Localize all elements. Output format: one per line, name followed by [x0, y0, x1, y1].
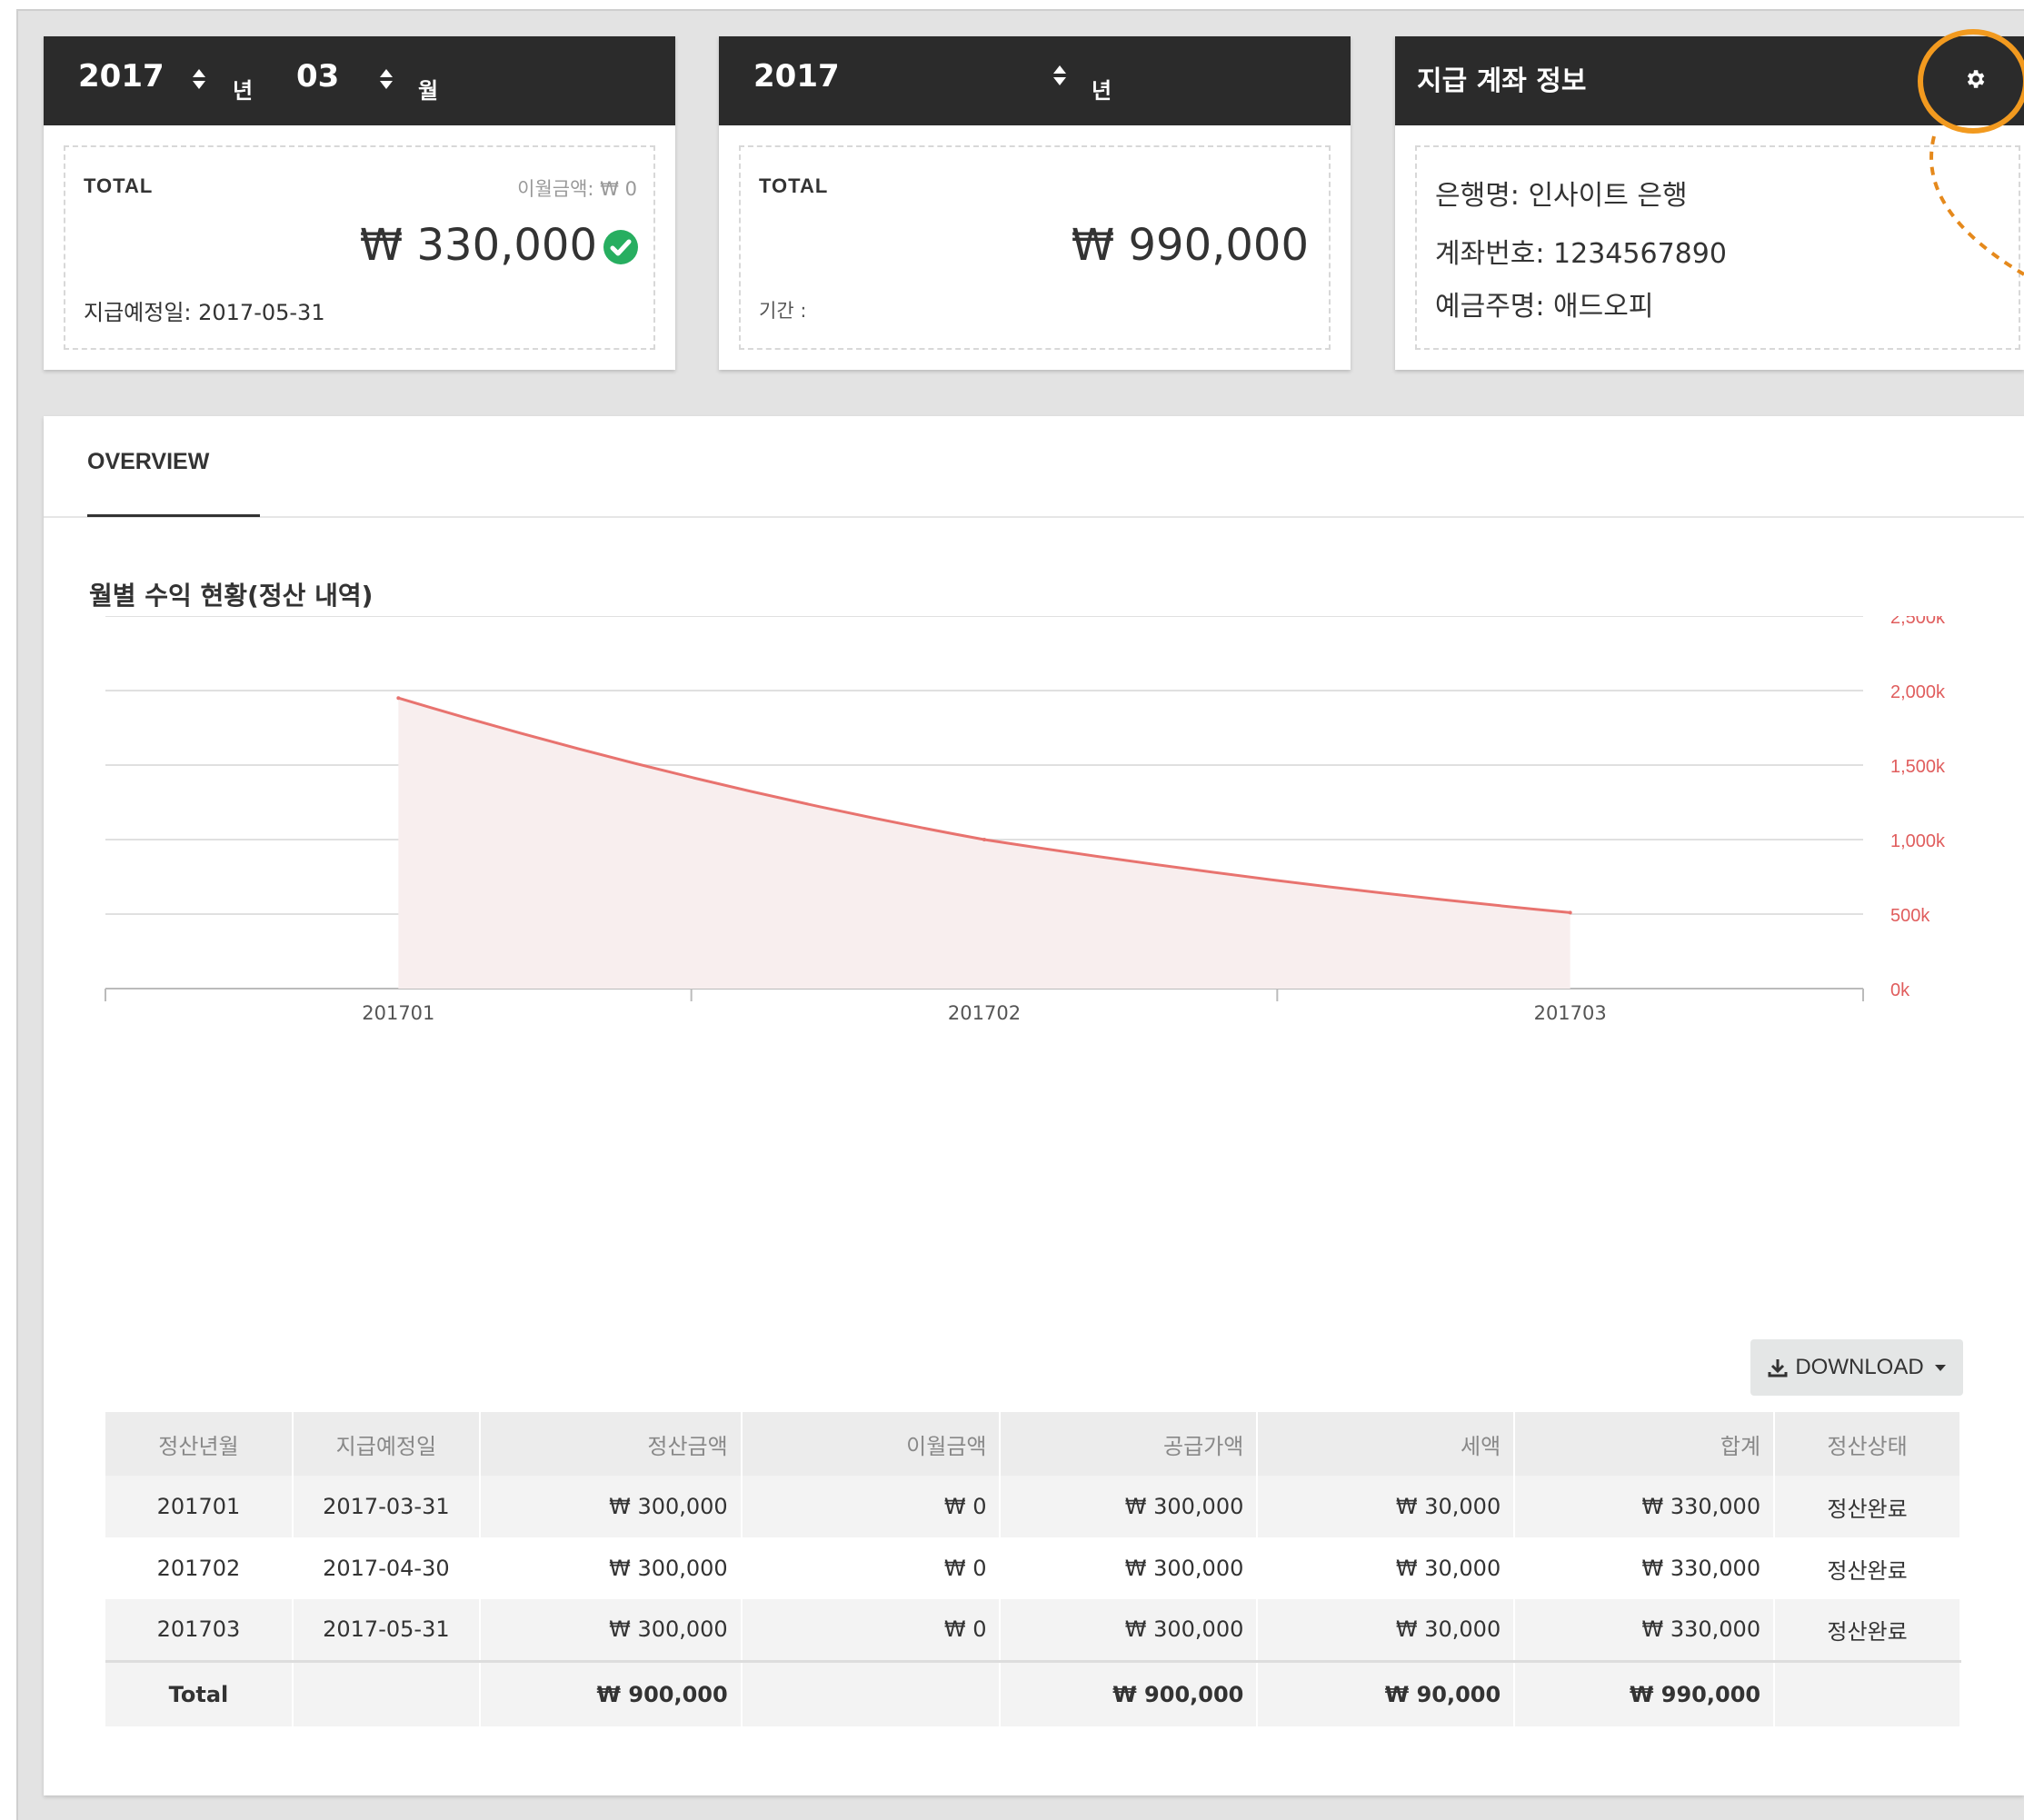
table-row: 201701 2017-03-31 ₩ 300,000 ₩ 0 ₩ 300,00… [105, 1476, 1961, 1537]
data-point [1568, 910, 1572, 915]
table-cell: ₩ 990,000 [1514, 1659, 1776, 1726]
table-total-row: Total ₩ 900,000 ₩ 900,000 ₩ 90,000 ₩ 990… [105, 1659, 1961, 1726]
table-cell: 2017-05-31 [292, 1599, 481, 1661]
overview-panel: OVERVIEW 월별 수익 현황(정산 내역) 0k 500k 1,000k 1,5… [44, 416, 2024, 1795]
table-cell: 2017-03-31 [292, 1476, 481, 1537]
check-circle-icon [603, 230, 638, 264]
revenue-chart: 0k 500k 1,000k 1,500k 2,000k 2,500k 201701 2017… [105, 616, 1946, 1024]
table-cell: 201703 [105, 1599, 294, 1661]
table-cell: ₩ 330,000 [1514, 1537, 1776, 1599]
y-tick-label: 1,500k [1890, 757, 1946, 777]
settlement-table: 정산년월 지급예정일 정산금액 이월금액 공급가액 세액 합계 정산상태 201… [105, 1412, 1961, 1726]
table-cell [741, 1659, 1002, 1726]
table-cell: ₩ 90,000 [1257, 1659, 1516, 1726]
table-cell: ₩ 0 [741, 1476, 1002, 1537]
year-spinner-icon[interactable] [193, 69, 205, 89]
yearly-card-header: 2017 년 [719, 36, 1351, 125]
bank-name: 은행명: 인사이트 은행 [1435, 180, 1688, 212]
month-unit-label: 월 [418, 78, 439, 104]
y-tick-label: 0k [1890, 980, 1910, 1000]
col-header[interactable]: 이월금액 [741, 1412, 1002, 1476]
dashed-pointer-arrow [1929, 135, 2024, 276]
table-cell: ₩ 330,000 [1514, 1476, 1776, 1537]
carryover-amount: 이월금액: ₩ 0 [517, 178, 637, 200]
yearly-amount: ₩ 990,000 [1071, 220, 1309, 271]
monthly-card-body: TOTAL 이월금액: ₩ 0 ₩ 330,000 지급예정일: 2017-05… [64, 145, 655, 350]
monthly-card-header: 2017 년 03 월 [44, 36, 675, 125]
table-cell: ₩ 30,000 [1257, 1537, 1516, 1599]
y-tick-label: 1,000k [1890, 831, 1946, 851]
table-row: 201702 2017-04-30 ₩ 300,000 ₩ 0 ₩ 300,00… [105, 1537, 1961, 1599]
monthly-amount: ₩ 330,000 [359, 220, 597, 271]
table-cell: ₩ 30,000 [1257, 1599, 1516, 1661]
table-cell: ₩ 300,000 [479, 1476, 743, 1537]
x-tick-label: 201702 [948, 1002, 1021, 1024]
table-cell: Total [105, 1659, 294, 1726]
due-date: 지급예정일: 2017-05-31 [84, 300, 325, 325]
col-header[interactable]: 합계 [1514, 1412, 1776, 1476]
col-header[interactable]: 지급예정일 [292, 1412, 481, 1476]
table-cell: 201701 [105, 1476, 294, 1537]
table-cell: 2017-04-30 [292, 1537, 481, 1599]
chevron-down-icon [1934, 1364, 1946, 1371]
tab-divider [44, 516, 2024, 518]
table-row: 201703 2017-05-31 ₩ 300,000 ₩ 0 ₩ 300,00… [105, 1599, 1961, 1661]
period-label: 기간 : [759, 300, 807, 322]
x-tick-label: 201701 [362, 1002, 434, 1024]
table-cell: ₩ 330,000 [1514, 1599, 1776, 1661]
data-point [982, 838, 986, 841]
active-tab-indicator [87, 514, 260, 517]
table-cell: ₩ 900,000 [1000, 1659, 1259, 1726]
y-tick-label: 2,000k [1890, 682, 1946, 702]
year-select[interactable]: 2017 [753, 58, 840, 94]
table-cell: ₩ 900,000 [479, 1659, 743, 1726]
yearly-summary-card: 2017 년 TOTAL ₩ 990,000 기간 : [719, 36, 1351, 370]
download-label: DOWNLOAD [1795, 1355, 1924, 1379]
total-label: TOTAL [84, 174, 154, 197]
year-unit-label: 년 [233, 78, 254, 104]
highlight-circle [1918, 29, 2024, 134]
col-header[interactable]: 정산상태 [1774, 1412, 1961, 1476]
download-icon [1768, 1359, 1788, 1377]
series-area [398, 698, 1570, 989]
tab-overview[interactable]: OVERVIEW [87, 449, 209, 475]
table-cell: ₩ 300,000 [479, 1599, 743, 1661]
table-cell: ₩ 300,000 [1000, 1599, 1259, 1661]
table-cell: ₩ 300,000 [479, 1537, 743, 1599]
table-cell: ₩ 0 [741, 1599, 1002, 1661]
month-select[interactable]: 03 [296, 58, 339, 94]
table-cell: ₩ 300,000 [1000, 1476, 1259, 1537]
year-spinner-icon[interactable] [1053, 65, 1066, 85]
table-cell: 정산완료 [1774, 1599, 1961, 1661]
col-header[interactable]: 세액 [1257, 1412, 1516, 1476]
month-spinner-icon[interactable] [380, 69, 393, 89]
col-header[interactable]: 정산금액 [479, 1412, 743, 1476]
account-number: 계좌번호: 1234567890 [1435, 238, 1727, 270]
table-header-row: 정산년월 지급예정일 정산금액 이월금액 공급가액 세액 합계 정산상태 [105, 1412, 1961, 1476]
table-cell: 정산완료 [1774, 1476, 1961, 1537]
y-tick-label: 2,500k [1890, 616, 1946, 628]
chart-title: 월별 수익 현황(정산 내역) [89, 581, 374, 611]
table-cell: ₩ 300,000 [1000, 1537, 1259, 1599]
monthly-summary-card: 2017 년 03 월 TOTAL 이월금액: ₩ 0 ₩ 330,000 지급… [44, 36, 675, 370]
table-cell: 201702 [105, 1537, 294, 1599]
table-cell: 정산완료 [1774, 1537, 1961, 1599]
total-label: TOTAL [759, 174, 829, 197]
year-unit-label: 년 [1092, 78, 1112, 104]
table-cell: ₩ 0 [741, 1537, 1002, 1599]
account-card-title: 지급 계좌 정보 [1417, 65, 1587, 97]
table-cell [1774, 1659, 1961, 1726]
yearly-card-body: TOTAL ₩ 990,000 기간 : [739, 145, 1331, 350]
col-header[interactable]: 정산년월 [105, 1412, 294, 1476]
col-header[interactable]: 공급가액 [1000, 1412, 1259, 1476]
x-tick-label: 201703 [1534, 1002, 1607, 1024]
data-point [396, 696, 401, 701]
table-cell [292, 1659, 481, 1726]
y-tick-label: 500k [1890, 906, 1930, 926]
year-select[interactable]: 2017 [78, 58, 165, 94]
table-cell: ₩ 30,000 [1257, 1476, 1516, 1537]
account-holder: 예금주명: 애드오피 [1435, 291, 1654, 323]
download-button[interactable]: DOWNLOAD [1750, 1339, 1963, 1396]
